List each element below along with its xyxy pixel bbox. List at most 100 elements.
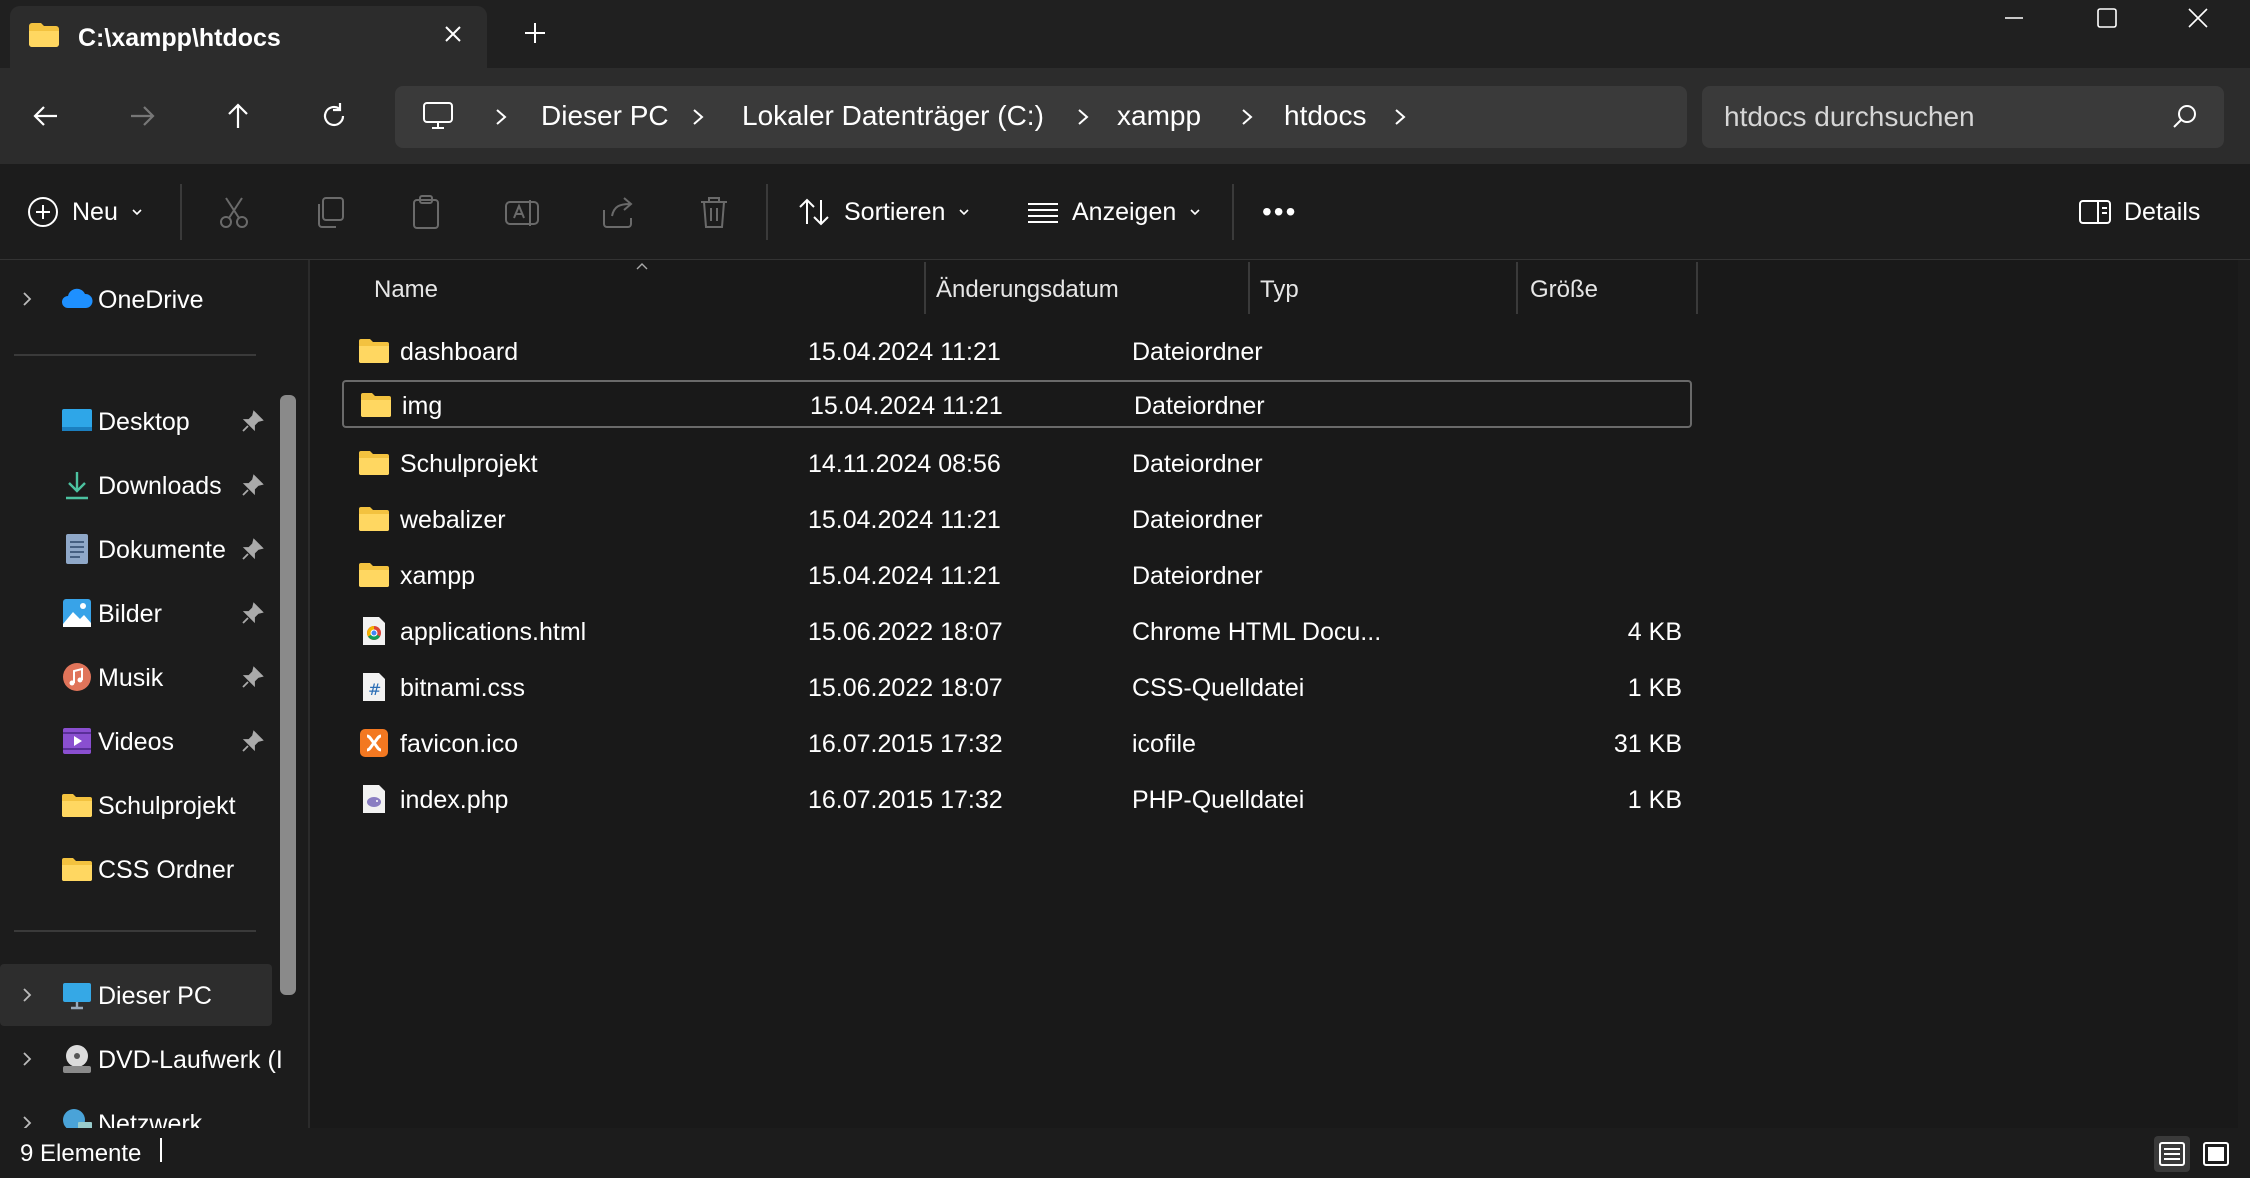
sidebar-item-dokumente[interactable]: Dokumente — [0, 518, 272, 580]
sidebar-item-onedrive[interactable]: OneDrive — [0, 268, 272, 330]
more-icon: ••• — [1262, 196, 1298, 227]
chrome-html-icon — [363, 617, 385, 645]
file-row-bitnami-css[interactable]: # bitnami.css 15.06.2022 18:07 CSS-Quell… — [342, 662, 1692, 712]
pin-icon[interactable] — [240, 538, 264, 562]
copy-icon[interactable] — [310, 192, 350, 232]
file-row-dashboard[interactable]: dashboard 15.04.2024 11:21 Dateiordner — [342, 326, 1692, 376]
pin-icon[interactable] — [240, 730, 264, 754]
folder-icon — [29, 23, 59, 47]
chevron-right-icon[interactable] — [18, 290, 36, 308]
more-options-button[interactable]: ••• — [1262, 190, 1297, 234]
close-tab-icon[interactable] — [437, 18, 469, 50]
sort-button[interactable]: Sortieren — [796, 190, 971, 234]
new-tab-icon[interactable] — [520, 18, 550, 48]
breadcrumb-xampp[interactable]: xampp — [1117, 100, 1201, 132]
delete-icon[interactable] — [694, 192, 734, 232]
computer-icon[interactable] — [421, 100, 455, 132]
column-separator[interactable] — [1248, 262, 1250, 314]
forward-button[interactable] — [120, 94, 164, 138]
sidebar-item-desktop[interactable]: Desktop — [0, 390, 272, 452]
file-type: icofile — [1132, 730, 1196, 758]
pin-icon[interactable] — [240, 666, 264, 690]
file-row-webalizer[interactable]: webalizer 15.04.2024 11:21 Dateiordner — [342, 494, 1692, 544]
details-view-button[interactable] — [2154, 1136, 2190, 1172]
file-row-favicon-ico[interactable]: favicon.ico 16.07.2015 17:32 icofile 31 … — [342, 718, 1692, 768]
column-header-type[interactable]: Typ — [1260, 260, 1520, 312]
large-icons-view-icon — [2203, 1142, 2229, 1166]
breadcrumb-dieser-pc[interactable]: Dieser PC — [541, 100, 669, 132]
column-header-date[interactable]: Änderungsdatum — [936, 260, 1256, 312]
sidebar-item-netzwerk[interactable]: Netzwerk — [0, 1092, 272, 1128]
chevron-right-icon[interactable] — [688, 104, 708, 130]
sidebar-item-dvd-laufwerk[interactable]: DVD-Laufwerk (I — [0, 1028, 283, 1090]
chevron-right-icon[interactable] — [18, 986, 36, 1004]
sidebar-item-label: Dokumente — [98, 536, 226, 564]
file-row-img[interactable]: img 15.04.2024 11:21 Dateiordner — [342, 380, 1692, 428]
rename-icon[interactable] — [502, 192, 542, 232]
file-row-applications-html[interactable]: applications.html 15.06.2022 18:07 Chrom… — [342, 606, 1692, 656]
chevron-right-icon[interactable] — [18, 1050, 36, 1068]
sidebar-item-musik[interactable]: Musik — [0, 646, 272, 708]
chevron-right-icon[interactable] — [1390, 104, 1410, 130]
sidebar-item-downloads[interactable]: Downloads — [0, 454, 272, 516]
chevron-right-icon[interactable] — [1073, 104, 1093, 130]
pin-icon[interactable] — [240, 602, 264, 626]
file-row-index-php[interactable]: index.php 16.07.2015 17:32 PHP-Quelldate… — [342, 774, 1692, 824]
file-name: Schulprojekt — [400, 450, 538, 478]
refresh-button[interactable] — [312, 94, 356, 138]
tab-htdocs[interactable]: C:\xampp\htdocs — [10, 6, 487, 68]
column-header-size[interactable]: Größe — [1530, 260, 1698, 312]
column-separator[interactable] — [1516, 262, 1518, 314]
up-button[interactable] — [216, 94, 260, 138]
file-row-schulprojekt[interactable]: Schulprojekt 14.11.2024 08:56 Dateiordne… — [342, 438, 1692, 488]
file-type: Dateiordner — [1134, 392, 1265, 420]
pin-icon[interactable] — [240, 474, 264, 498]
downloads-icon — [66, 472, 88, 500]
view-list-icon — [1028, 203, 1058, 223]
chevron-right-icon[interactable] — [18, 1114, 36, 1128]
xampp-ico-icon — [360, 729, 388, 757]
chevron-right-icon[interactable] — [491, 104, 511, 130]
column-header-name[interactable]: Name — [374, 260, 934, 312]
plus-circle-icon — [28, 197, 58, 227]
sidebar-item-dieser-pc[interactable]: Dieser PC — [0, 964, 272, 1026]
back-button[interactable] — [24, 94, 68, 138]
breadcrumb-lokaler-datentraeger[interactable]: Lokaler Datenträger (C:) — [742, 100, 1044, 132]
file-name: bitnami.css — [400, 674, 526, 702]
column-separator[interactable] — [924, 262, 926, 314]
column-separator[interactable] — [1696, 262, 1698, 314]
sidebar-scrollbar[interactable] — [280, 395, 296, 995]
file-type: Dateiordner — [1132, 450, 1263, 478]
sidebar-item-css-ordner[interactable]: CSS Ordner — [0, 838, 272, 900]
chevron-right-icon[interactable] — [1237, 104, 1257, 130]
pin-icon[interactable] — [240, 410, 264, 434]
folder-icon — [359, 451, 389, 475]
file-size: 1 KB — [1627, 786, 1682, 814]
search-icon[interactable] — [2170, 102, 2200, 132]
close-window-icon[interactable] — [2152, 0, 2244, 36]
dvd-drive-icon — [63, 1045, 91, 1073]
sidebar-item-label: CSS Ordner — [98, 856, 235, 884]
address-bar[interactable]: Dieser PC Lokaler Datenträger (C:) xampp… — [395, 86, 1687, 148]
new-button[interactable]: Neu — [26, 190, 144, 234]
status-divider — [160, 1138, 162, 1162]
file-date: 15.06.2022 18:07 — [808, 618, 1003, 646]
share-icon[interactable] — [598, 192, 638, 232]
file-row-xampp[interactable]: xampp 15.04.2024 11:21 Dateiordner — [342, 550, 1692, 600]
view-button[interactable]: Anzeigen — [1026, 190, 1202, 234]
sidebar-item-videos[interactable]: Videos — [0, 710, 272, 772]
maximize-icon[interactable] — [2060, 0, 2152, 36]
details-button[interactable]: Details — [2078, 190, 2200, 234]
search-input[interactable]: htdocs durchsuchen — [1702, 86, 2224, 148]
file-size: 4 KB — [1627, 618, 1682, 646]
large-icons-view-button[interactable] — [2198, 1136, 2234, 1172]
breadcrumb-htdocs[interactable]: htdocs — [1284, 100, 1367, 132]
file-date: 15.04.2024 11:21 — [808, 338, 1001, 366]
minimize-icon[interactable] — [1968, 0, 2060, 36]
cut-icon[interactable] — [214, 192, 254, 232]
paste-icon[interactable] — [406, 192, 446, 232]
file-list-scrollbar[interactable] — [2238, 260, 2250, 1128]
sidebar-item-schulprojekt[interactable]: Schulprojekt — [0, 774, 272, 836]
sidebar-item-bilder[interactable]: Bilder — [0, 582, 272, 644]
file-name: dashboard — [400, 338, 519, 366]
